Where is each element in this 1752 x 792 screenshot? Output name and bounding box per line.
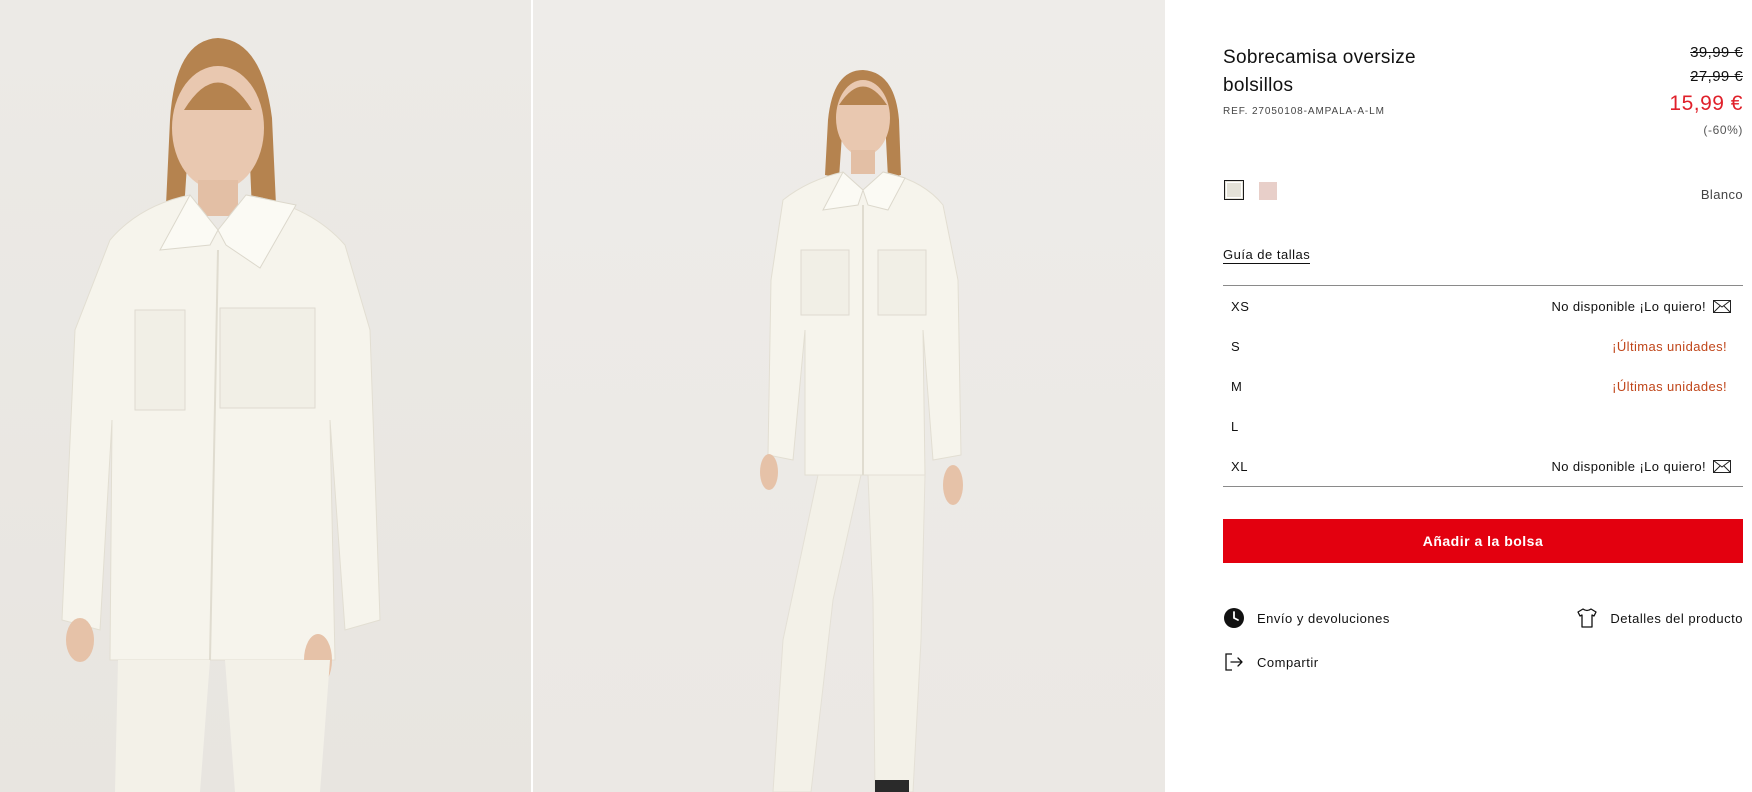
size-option-m[interactable]: M ¡Últimas unidades! [1223, 366, 1743, 406]
color-swatch-pink[interactable] [1259, 182, 1277, 200]
size-option-xs[interactable]: XS No disponible ¡Lo quiero! [1223, 286, 1743, 326]
product-reference: REF. 27050108-AMPALA-A-LM [1223, 106, 1385, 117]
clock-icon [1224, 608, 1244, 628]
size-option-l[interactable]: L [1223, 406, 1743, 446]
share-icon [1225, 653, 1243, 671]
size-status: No disponible ¡Lo quiero! [1551, 459, 1706, 474]
add-to-bag-button[interactable]: Añadir a la bolsa [1223, 519, 1743, 563]
size-option-xl[interactable]: XL No disponible ¡Lo quiero! [1223, 446, 1743, 486]
share-label: Compartir [1257, 654, 1319, 670]
price-current: 15,99 € [1669, 92, 1743, 115]
product-details-link[interactable]: Detalles del producto [1576, 607, 1743, 629]
price-original: 39,99 € [1690, 44, 1743, 61]
size-status: No disponible ¡Lo quiero! [1551, 299, 1706, 314]
product-photo-full-body[interactable] [533, 0, 1165, 792]
price-previous: 27,99 € [1690, 68, 1743, 85]
product-photo-front-closeup[interactable] [0, 0, 531, 792]
size-label: XL [1231, 459, 1249, 474]
product-title: Sobrecamisa oversize bolsillos [1223, 47, 1416, 96]
color-swatch-white[interactable] [1224, 180, 1244, 200]
size-list: XS No disponible ¡Lo quiero! S ¡Últimas … [1223, 285, 1743, 487]
size-status: ¡Últimas unidades! [1612, 379, 1727, 394]
size-guide-link[interactable]: Guía de tallas [1223, 247, 1311, 264]
model-closeup-illustration [61, 38, 381, 792]
size-option-s[interactable]: S ¡Últimas unidades! [1223, 326, 1743, 366]
shipping-returns-link[interactable]: Envío y devoluciones [1223, 607, 1390, 629]
mail-icon[interactable] [1713, 460, 1731, 473]
shipping-returns-label: Envío y devoluciones [1257, 610, 1390, 626]
size-label: S [1231, 339, 1241, 354]
size-status: ¡Últimas unidades! [1612, 339, 1727, 354]
size-label: L [1231, 419, 1239, 434]
tshirt-icon [1577, 608, 1598, 628]
size-label: M [1231, 379, 1243, 394]
size-label: XS [1231, 299, 1250, 314]
discount-badge: (-60%) [1703, 123, 1743, 137]
share-link[interactable]: Compartir [1223, 651, 1319, 673]
model-full-body-illustration [760, 70, 963, 792]
mail-icon[interactable] [1713, 300, 1731, 313]
product-details-label: Detalles del producto [1610, 610, 1743, 626]
selected-color-name: Blanco [1700, 187, 1743, 202]
product-info-panel: Sobrecamisa oversize bolsillos REF. 2705… [1165, 0, 1752, 792]
